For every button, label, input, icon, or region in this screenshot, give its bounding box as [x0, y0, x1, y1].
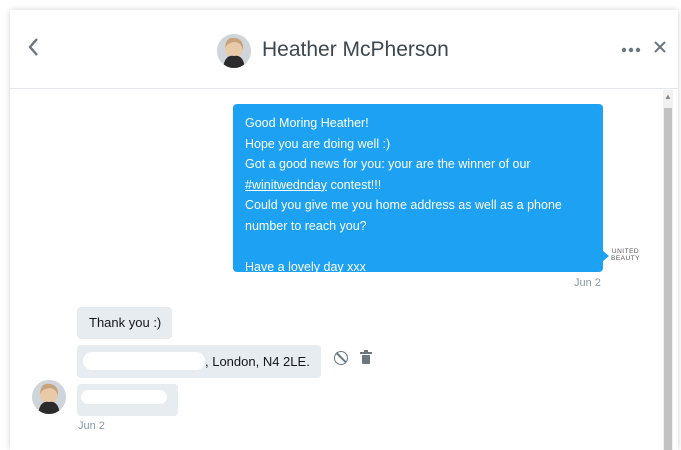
message-line: Hope you are doing well :) [245, 136, 391, 151]
close-button[interactable] [653, 36, 667, 58]
close-icon [654, 41, 666, 53]
scroll-up-icon[interactable]: ▲ [664, 92, 672, 101]
message-text: Thank you :) [89, 315, 162, 330]
chevron-left-icon [28, 38, 38, 56]
conversation-title: Heather McPherson [262, 38, 449, 61]
message-line: number to reach you? [245, 218, 367, 233]
incoming-message: , London, N4 2LE. [77, 345, 321, 378]
more-options-button[interactable] [621, 40, 641, 58]
outgoing-message: Good Moring Heather! Hope you are doing … [233, 104, 603, 274]
sender-avatar[interactable] [32, 380, 66, 414]
trash-icon[interactable] [360, 350, 372, 365]
incoming-message [77, 384, 178, 416]
brand-logo: UNITED BEAUTY [611, 248, 640, 262]
contact-avatar[interactable] [217, 34, 251, 68]
scroll-thumb[interactable] [664, 108, 672, 450]
dm-window: Heather McPherson ▲ Good Moring Heather!… [10, 10, 678, 450]
block-icon[interactable] [334, 351, 348, 365]
message-text: contest!!! [330, 177, 382, 192]
message-text: , London, N4 2LE. [205, 354, 310, 369]
bubble-tail [602, 250, 609, 262]
more-icon [621, 47, 641, 53]
message-scrollbar[interactable]: ▲ [663, 90, 673, 450]
outgoing-timestamp: Jun 2 [574, 277, 601, 289]
message-line: Got a good news for you: your are the wi… [245, 157, 531, 172]
message-line: Good Moring Heather! [245, 116, 369, 130]
conversation-header: Heather McPherson [10, 10, 678, 89]
message-line: #winitwednday contest!!! [245, 175, 591, 196]
brand-line: UNITED [611, 248, 640, 255]
incoming-timestamp: Jun 2 [78, 420, 105, 432]
incoming-message: Thank you :) [77, 307, 172, 339]
redacted-text [81, 390, 167, 404]
brand-line: BEAUTY [611, 255, 641, 262]
message-line: Could you give me you home address as we… [245, 198, 562, 213]
message-line: Have a lovely day xxx [245, 259, 366, 274]
hashtag-link[interactable]: #winitwednday [245, 178, 327, 192]
redacted-text [83, 352, 205, 370]
back-button[interactable] [26, 36, 46, 62]
